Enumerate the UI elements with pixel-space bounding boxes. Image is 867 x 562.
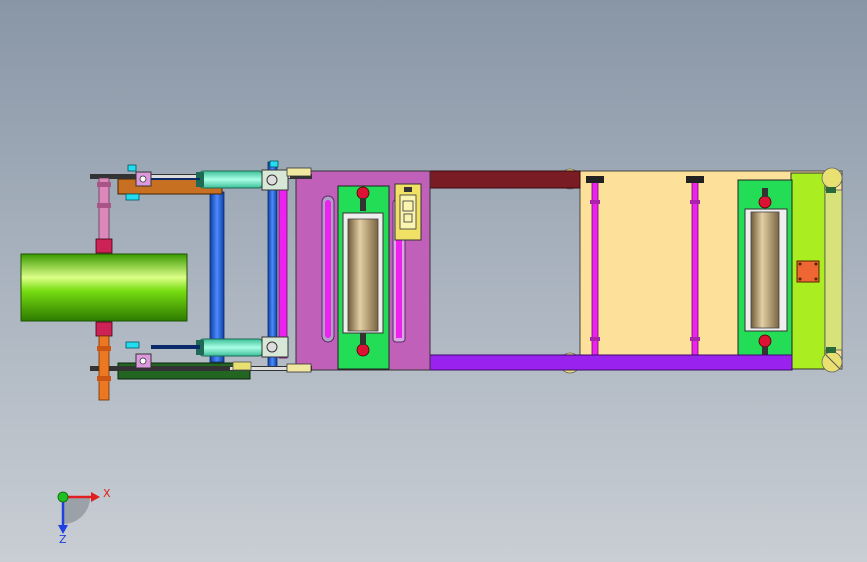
front-roller xyxy=(347,218,379,332)
shaft-hex-bottom xyxy=(95,321,113,337)
green-roll[interactable] xyxy=(20,253,188,322)
shaft-collar xyxy=(97,376,111,381)
top-cylinder xyxy=(199,170,263,189)
slot-left-inner xyxy=(325,200,331,338)
bottom-plate-yellow xyxy=(232,361,252,371)
lower-rail xyxy=(424,354,793,371)
small-tab xyxy=(826,187,836,193)
cad-viewport[interactable]: X Z xyxy=(0,0,867,562)
red-knob xyxy=(758,334,772,348)
cyan-clip xyxy=(127,164,137,172)
rear-frame[interactable] xyxy=(559,167,843,374)
cyan-clip xyxy=(125,341,140,349)
shaft-top xyxy=(98,177,110,243)
rear-roller xyxy=(750,211,780,329)
red-knob xyxy=(356,186,370,200)
shaft-collar xyxy=(97,182,111,187)
magenta-rod xyxy=(278,187,288,359)
red-knob xyxy=(758,195,772,209)
shaft-collar xyxy=(97,203,111,208)
blue-rod-left xyxy=(209,191,225,363)
shaft-bottom xyxy=(98,335,110,401)
sensor-box[interactable] xyxy=(394,183,422,241)
cyan-clip xyxy=(269,160,279,168)
end-plate-side xyxy=(824,189,843,351)
corner-fitting xyxy=(821,167,843,189)
x-axis-label: X xyxy=(103,487,111,500)
front-roller-bracket[interactable] xyxy=(337,185,390,370)
bottom-cylinder xyxy=(199,338,263,357)
triad-shadow xyxy=(63,497,90,524)
red-knob xyxy=(356,343,370,357)
cyan-clip xyxy=(125,193,140,201)
shaft-hex-top xyxy=(95,238,113,254)
upper-rail xyxy=(424,170,581,189)
z-axis-label: Z xyxy=(59,533,67,546)
corner-fitting xyxy=(821,351,843,373)
shaft-collar xyxy=(97,346,111,351)
rear-roller-bracket[interactable] xyxy=(737,179,793,363)
small-tab xyxy=(826,347,836,353)
coordinate-triad: X Z xyxy=(57,487,111,546)
y-axis-dot xyxy=(57,491,69,503)
mid-plate-assembly[interactable] xyxy=(295,170,431,371)
orange-junction-box[interactable] xyxy=(796,260,820,283)
